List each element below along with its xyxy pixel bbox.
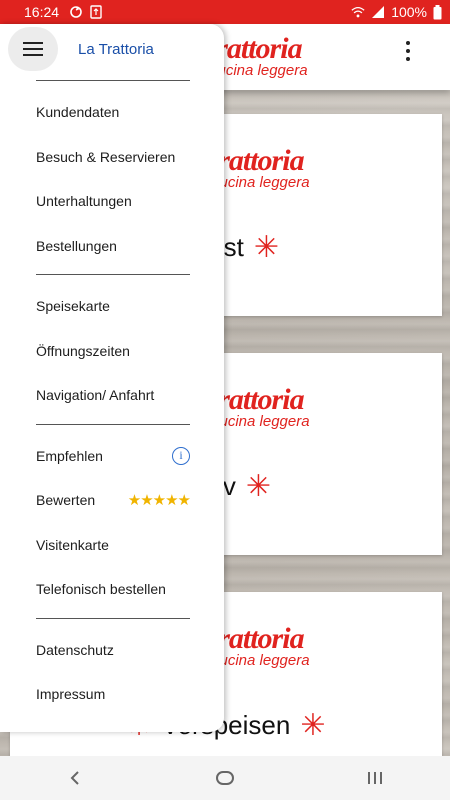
drawer-item-empfehlen[interactable]: Empfehlen i bbox=[0, 434, 224, 479]
drawer-item-telefonisch-bestellen[interactable]: Telefonisch bestellen bbox=[0, 567, 224, 612]
navigation-drawer: La Trattoria Kundendaten Besuch & Reserv… bbox=[0, 24, 224, 732]
asterisk-icon: ✳ bbox=[253, 230, 279, 264]
drawer-header: La Trattoria bbox=[0, 24, 224, 80]
back-icon[interactable] bbox=[45, 758, 105, 798]
home-icon[interactable] bbox=[195, 758, 255, 798]
signal-icon bbox=[372, 6, 385, 18]
status-time: 16:24 bbox=[24, 4, 60, 20]
battery-percent: 100% bbox=[391, 4, 427, 20]
status-bar: 16:24 100% bbox=[0, 0, 450, 24]
sync-icon bbox=[70, 6, 82, 18]
battery-icon bbox=[433, 4, 442, 19]
usb-icon bbox=[90, 5, 102, 19]
asterisk-icon: ✳ bbox=[300, 708, 326, 742]
wifi-icon bbox=[351, 6, 365, 18]
rating-stars-icon: ★★★★★ bbox=[127, 492, 191, 510]
drawer-item-bewerten[interactable]: Bewerten ★★★★★ bbox=[0, 478, 224, 523]
drawer-item-unterhaltungen[interactable]: Unterhaltungen bbox=[0, 179, 224, 224]
divider bbox=[36, 274, 190, 275]
divider bbox=[36, 617, 190, 619]
recents-icon[interactable] bbox=[345, 758, 405, 798]
drawer-item-navigation[interactable]: Navigation/ Anfahrt bbox=[0, 373, 224, 418]
drawer-item-kundendaten[interactable]: Kundendaten bbox=[0, 90, 224, 135]
asterisk-icon: ✳ bbox=[245, 469, 272, 503]
drawer-item-speisekarte[interactable]: Speisekarte bbox=[0, 284, 224, 329]
divider bbox=[36, 423, 190, 425]
info-icon[interactable]: i bbox=[172, 446, 190, 465]
menu-icon[interactable] bbox=[8, 27, 58, 71]
drawer-item-datenschutz[interactable]: Datenschutz bbox=[0, 628, 224, 673]
more-vert-icon[interactable] bbox=[400, 39, 416, 63]
drawer-title: La Trattoria bbox=[78, 41, 154, 58]
drawer-item-impressum[interactable]: Impressum bbox=[0, 672, 224, 717]
drawer-item-oeffnungszeiten[interactable]: Öffnungszeiten bbox=[0, 329, 224, 374]
system-nav-bar bbox=[0, 756, 450, 800]
drawer-item-visitenkarte[interactable]: Visitenkarte bbox=[0, 523, 224, 568]
drawer-item-bestellungen[interactable]: Bestellungen bbox=[0, 224, 224, 269]
drawer-item-besuch-reservieren[interactable]: Besuch & Reservieren bbox=[0, 135, 224, 180]
divider bbox=[36, 80, 190, 81]
